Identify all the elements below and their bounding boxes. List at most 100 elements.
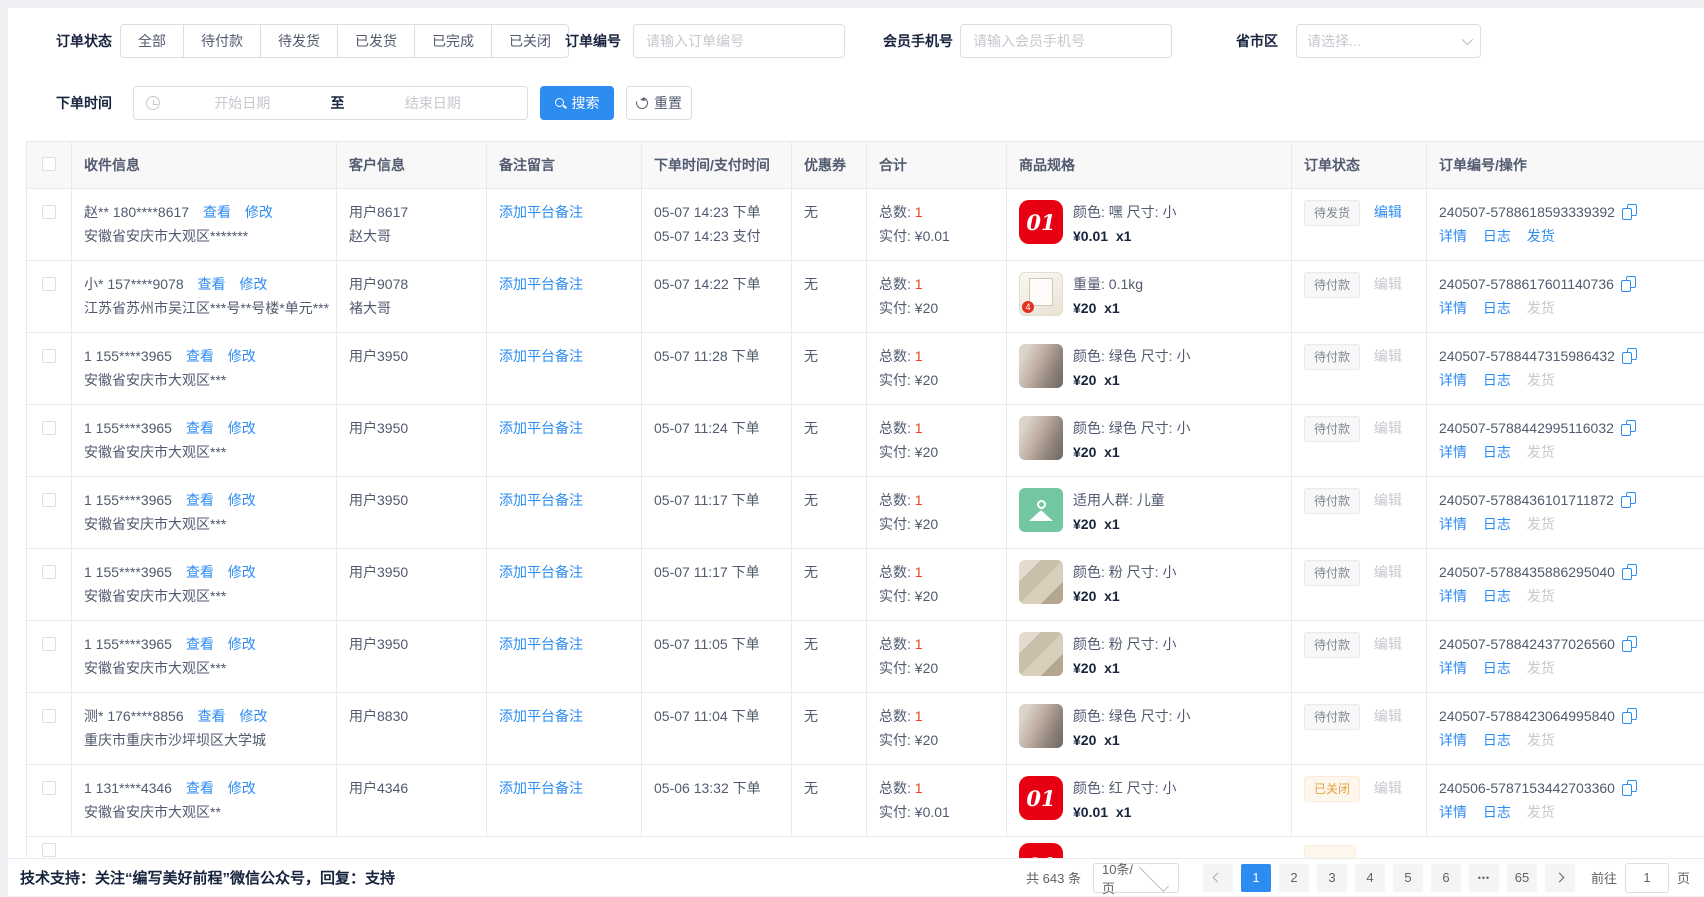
ship-link[interactable]: 发货 [1527, 300, 1555, 316]
page-button-4[interactable]: 4 [1355, 864, 1385, 892]
next-page-button[interactable] [1545, 864, 1575, 892]
edit-link[interactable]: 编辑 [1374, 276, 1402, 292]
page-size-select[interactable]: 10条/页 [1093, 863, 1179, 893]
row-checkbox[interactable] [42, 709, 56, 723]
log-link[interactable]: 日志 [1483, 228, 1511, 244]
tab-pending-shipment[interactable]: 待发货 [260, 24, 338, 58]
detail-link[interactable]: 详情 [1439, 732, 1467, 748]
add-note-link[interactable]: 添加平台备注 [499, 276, 583, 292]
view-link[interactable]: 查看 [186, 780, 214, 796]
ship-link[interactable]: 发货 [1527, 228, 1555, 244]
edit-link[interactable]: 编辑 [1374, 204, 1402, 220]
add-note-link[interactable]: 添加平台备注 [499, 348, 583, 364]
add-note-link[interactable]: 添加平台备注 [499, 204, 583, 220]
page-button-5[interactable]: 5 [1393, 864, 1423, 892]
tab-all[interactable]: 全部 [120, 24, 184, 58]
modify-link[interactable]: 修改 [228, 636, 256, 652]
ship-link[interactable]: 发货 [1527, 444, 1555, 460]
log-link[interactable]: 日志 [1483, 804, 1511, 820]
tab-shipped[interactable]: 已发货 [337, 24, 415, 58]
ship-link[interactable]: 发货 [1527, 732, 1555, 748]
view-link[interactable]: 查看 [186, 636, 214, 652]
modify-link[interactable]: 修改 [239, 276, 267, 292]
copy-icon[interactable] [1621, 420, 1636, 436]
modify-link[interactable]: 修改 [228, 348, 256, 364]
copy-icon[interactable] [1622, 708, 1637, 724]
ship-link[interactable]: 发货 [1527, 660, 1555, 676]
copy-icon[interactable] [1621, 276, 1636, 292]
edit-link[interactable]: 编辑 [1374, 780, 1402, 796]
goto-page-input[interactable] [1625, 863, 1669, 893]
view-link[interactable]: 查看 [186, 492, 214, 508]
modify-link[interactable]: 修改 [228, 564, 256, 580]
add-note-link[interactable]: 添加平台备注 [499, 564, 583, 580]
view-link[interactable]: 查看 [186, 348, 214, 364]
copy-icon[interactable] [1622, 636, 1637, 652]
add-note-link[interactable]: 添加平台备注 [499, 492, 583, 508]
edit-link[interactable]: 编辑 [1374, 492, 1402, 508]
modify-link[interactable]: 修改 [239, 708, 267, 724]
row-checkbox[interactable] [42, 493, 56, 507]
region-select[interactable]: 请选择... [1296, 24, 1481, 58]
copy-icon[interactable] [1622, 780, 1637, 796]
more-pages-button[interactable]: ••• [1469, 864, 1499, 892]
tab-closed[interactable]: 已关闭 [491, 24, 569, 58]
modify-link[interactable]: 修改 [228, 780, 256, 796]
page-button-6[interactable]: 6 [1431, 864, 1461, 892]
log-link[interactable]: 日志 [1483, 732, 1511, 748]
page-button-3[interactable]: 3 [1317, 864, 1347, 892]
modify-link[interactable]: 修改 [228, 492, 256, 508]
detail-link[interactable]: 详情 [1439, 804, 1467, 820]
edit-link[interactable]: 编辑 [1374, 420, 1402, 436]
log-link[interactable]: 日志 [1483, 588, 1511, 604]
select-all-checkbox[interactable] [42, 157, 56, 171]
page-button-1[interactable]: 1 [1241, 864, 1271, 892]
reset-button[interactable]: 重置 [626, 86, 692, 120]
ship-link[interactable]: 发货 [1527, 804, 1555, 820]
log-link[interactable]: 日志 [1483, 660, 1511, 676]
add-note-link[interactable]: 添加平台备注 [499, 780, 583, 796]
date-range-picker[interactable]: 开始日期 至 结束日期 [133, 86, 528, 120]
row-checkbox[interactable] [42, 205, 56, 219]
log-link[interactable]: 日志 [1483, 444, 1511, 460]
ship-link[interactable]: 发货 [1527, 372, 1555, 388]
row-checkbox[interactable] [42, 781, 56, 795]
copy-icon[interactable] [1622, 204, 1637, 220]
page-button-2[interactable]: 2 [1279, 864, 1309, 892]
view-link[interactable]: 查看 [186, 420, 214, 436]
ship-link[interactable]: 发货 [1527, 516, 1555, 532]
view-link[interactable]: 查看 [203, 204, 231, 220]
view-link[interactable]: 查看 [198, 708, 226, 724]
row-checkbox[interactable] [42, 843, 56, 857]
row-checkbox[interactable] [42, 277, 56, 291]
edit-link[interactable]: 编辑 [1374, 708, 1402, 724]
row-checkbox[interactable] [42, 565, 56, 579]
edit-link[interactable]: 编辑 [1374, 564, 1402, 580]
edit-link[interactable]: 编辑 [1374, 636, 1402, 652]
prev-page-button[interactable] [1203, 864, 1233, 892]
copy-icon[interactable] [1622, 564, 1637, 580]
detail-link[interactable]: 详情 [1439, 516, 1467, 532]
tab-completed[interactable]: 已完成 [414, 24, 492, 58]
view-link[interactable]: 查看 [186, 564, 214, 580]
page-button-65[interactable]: 65 [1507, 864, 1537, 892]
ship-link[interactable]: 发货 [1527, 588, 1555, 604]
log-link[interactable]: 日志 [1483, 372, 1511, 388]
member-phone-input[interactable] [961, 25, 1171, 57]
row-checkbox[interactable] [42, 349, 56, 363]
detail-link[interactable]: 详情 [1439, 588, 1467, 604]
row-checkbox[interactable] [42, 421, 56, 435]
add-note-link[interactable]: 添加平台备注 [499, 420, 583, 436]
detail-link[interactable]: 详情 [1439, 660, 1467, 676]
detail-link[interactable]: 详情 [1439, 444, 1467, 460]
search-button[interactable]: 搜索 [540, 86, 614, 120]
modify-link[interactable]: 修改 [228, 420, 256, 436]
copy-icon[interactable] [1622, 348, 1637, 364]
view-link[interactable]: 查看 [198, 276, 226, 292]
detail-link[interactable]: 详情 [1439, 300, 1467, 316]
add-note-link[interactable]: 添加平台备注 [499, 636, 583, 652]
log-link[interactable]: 日志 [1483, 516, 1511, 532]
add-note-link[interactable]: 添加平台备注 [499, 708, 583, 724]
row-checkbox[interactable] [42, 637, 56, 651]
copy-icon[interactable] [1621, 492, 1636, 508]
